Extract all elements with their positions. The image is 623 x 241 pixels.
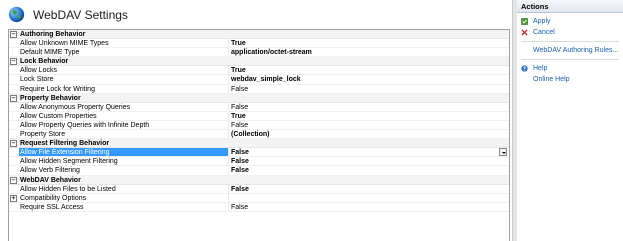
collapse-icon[interactable]: −: [10, 58, 17, 66]
property-grid: − Authoring Behavior Allow Unknown MIME …: [8, 29, 510, 241]
category-label: Authoring Behavior: [20, 31, 86, 38]
property-value[interactable]: [230, 194, 509, 202]
globe-icon: [8, 6, 25, 23]
online-help-label[interactable]: Online Help: [533, 76, 570, 83]
collapse-icon[interactable]: −: [10, 140, 17, 148]
property-value[interactable]: False: [230, 103, 509, 111]
property-row[interactable]: Allow Verb Filtering False: [9, 166, 509, 176]
collapse-icon[interactable]: −: [10, 94, 17, 102]
category-request-filtering-behavior[interactable]: − Request Filtering Behavior: [9, 139, 509, 149]
property-name: Allow Anonymous Property Queries: [19, 102, 229, 111]
property-name: Allow Unknown MIME Types: [19, 39, 229, 48]
dropdown-arrow-icon[interactable]: [499, 148, 507, 157]
property-name: Allow Locks: [19, 66, 229, 75]
property-name: Allow Hidden Files to be Listed: [19, 184, 229, 193]
actions-pane: Actions Apply Cancel WebDAV Authoring Ru…: [517, 0, 623, 241]
cancel-icon: [521, 29, 528, 36]
property-row[interactable]: Allow Hidden Segment Filtering False: [9, 157, 509, 167]
collapse-icon[interactable]: −: [10, 176, 17, 184]
property-row[interactable]: Allow Unknown MIME Types True: [9, 39, 509, 49]
help-action[interactable]: ? Help: [517, 63, 623, 74]
property-value[interactable]: webdav_simple_lock: [230, 75, 509, 83]
category-webdav-behavior[interactable]: − WebDAV Behavior: [9, 175, 509, 185]
expand-icon[interactable]: +: [10, 194, 17, 202]
category-label: Lock Behavior: [20, 58, 69, 66]
property-value[interactable]: False: [230, 121, 509, 129]
help-icon: ?: [521, 65, 528, 72]
property-name: Allow Custom Properties: [19, 111, 229, 120]
property-row-selected[interactable]: Allow File Extension Filtering False: [9, 148, 509, 158]
property-value[interactable]: (Collection): [230, 130, 509, 138]
property-name: Compatibility Options: [19, 193, 229, 202]
property-row[interactable]: Default MIME Type application/octet-stre…: [9, 48, 509, 58]
cancel-label[interactable]: Cancel: [533, 29, 555, 36]
category-lock-behavior[interactable]: − Lock Behavior: [9, 57, 509, 67]
property-name: Allow Hidden Segment Filtering: [19, 157, 229, 166]
property-value[interactable]: False: [230, 203, 509, 211]
property-row[interactable]: Allow Hidden Files to be Listed False: [9, 184, 509, 194]
property-name: Require SSL Access: [19, 202, 229, 211]
property-row[interactable]: Require Lock for Writing False: [9, 84, 509, 94]
property-row[interactable]: Allow Anonymous Property Queries False: [9, 102, 509, 112]
category-label: Request Filtering Behavior: [20, 140, 110, 148]
help-label[interactable]: Help: [533, 65, 547, 72]
apply-action[interactable]: Apply: [517, 16, 623, 27]
property-value[interactable]: False: [230, 166, 509, 174]
webdav-authoring-rules-label[interactable]: WebDAV Authoring Rules...: [533, 47, 618, 54]
property-name: Allow File Extension Filtering: [19, 148, 229, 157]
property-value[interactable]: False: [230, 85, 509, 93]
property-row[interactable]: Lock Store webdav_simple_lock: [9, 75, 509, 85]
property-name: Property Store: [19, 130, 229, 139]
apply-icon: [521, 18, 528, 25]
collapse-icon[interactable]: −: [10, 31, 17, 38]
property-row[interactable]: Allow Property Queries with Infinite Dep…: [9, 120, 509, 131]
property-name: Require Lock for Writing: [19, 84, 229, 93]
property-value[interactable]: False: [230, 148, 509, 156]
cancel-action[interactable]: Cancel: [517, 27, 623, 38]
online-help-link[interactable]: Online Help: [517, 74, 623, 85]
apply-label[interactable]: Apply: [533, 18, 551, 25]
property-row[interactable]: Allow Locks True: [9, 66, 509, 76]
category-label: WebDAV Behavior: [20, 176, 81, 184]
separator: [521, 59, 619, 60]
page-header: WebDAV Settings: [0, 0, 511, 30]
property-value[interactable]: True: [230, 39, 509, 47]
category-property-behavior[interactable]: − Property Behavior: [9, 93, 509, 103]
property-name: Default MIME Type: [19, 48, 229, 57]
property-value[interactable]: False: [230, 185, 509, 193]
property-value[interactable]: False: [230, 157, 509, 165]
page-title: WebDAV Settings: [33, 8, 128, 22]
property-name: Allow Verb Filtering: [19, 166, 229, 175]
category-authoring-behavior[interactable]: − Authoring Behavior: [9, 30, 509, 40]
webdav-authoring-rules-link[interactable]: WebDAV Authoring Rules...: [517, 45, 623, 56]
property-value[interactable]: True: [230, 112, 509, 120]
main-pane: WebDAV Settings − Authoring Behavior All…: [0, 0, 511, 241]
property-value[interactable]: True: [230, 66, 509, 74]
property-row[interactable]: Property Store (Collection): [9, 130, 509, 140]
svg-text:?: ?: [523, 66, 526, 72]
property-name: Lock Store: [19, 75, 229, 84]
property-name: Allow Property Queries with Infinite Dep…: [19, 120, 229, 130]
property-row[interactable]: + Compatibility Options: [9, 193, 509, 203]
property-row[interactable]: Allow Custom Properties True: [9, 111, 509, 121]
property-value[interactable]: application/octet-stream: [230, 48, 509, 56]
category-label: Property Behavior: [20, 94, 81, 102]
actions-header: Actions: [517, 0, 623, 13]
separator: [521, 41, 619, 42]
property-row[interactable]: Require SSL Access False: [9, 202, 509, 212]
